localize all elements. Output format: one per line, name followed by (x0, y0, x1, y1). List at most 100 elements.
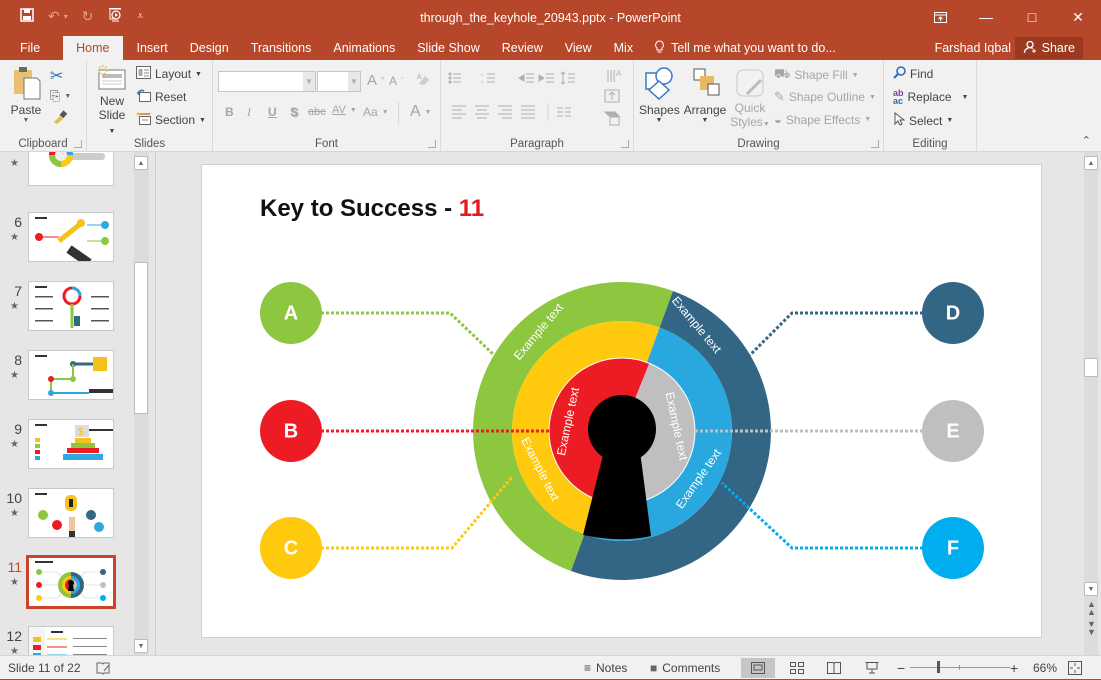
slideshow-view-button[interactable] (855, 658, 889, 678)
underline-button[interactable]: U (268, 105, 277, 119)
layout-icon (136, 66, 151, 82)
comments-button[interactable]: ■ Comments (650, 656, 720, 680)
comment-icon: ■ (650, 661, 658, 675)
paragraph-launcher-icon[interactable] (621, 140, 629, 148)
tab-mix[interactable]: Mix (603, 36, 644, 60)
slide-number: 6 (14, 214, 22, 230)
columns-icon (557, 107, 571, 117)
shape-fill-button[interactable]: ⛟ Shape Fill ▼ (774, 66, 859, 84)
shadow-button[interactable]: S (290, 105, 298, 119)
close-icon[interactable]: ✕ (1055, 0, 1101, 34)
tell-me-box[interactable]: Tell me what you want to do... (654, 36, 836, 60)
tab-review[interactable]: Review (491, 36, 554, 60)
tab-design[interactable]: Design (179, 36, 240, 60)
collapse-ribbon-icon[interactable]: ⌃ (1082, 134, 1091, 147)
zoom-slider[interactable] (910, 667, 1010, 668)
tab-insert[interactable]: Insert (126, 36, 179, 60)
quick-styles-button[interactable]: Quick Styles▼ (730, 66, 770, 129)
drawing-launcher-icon[interactable] (871, 140, 879, 148)
zoom-in-button[interactable]: + (1010, 656, 1018, 680)
svg-text:1: 1 (481, 72, 484, 77)
scroll-up-icon[interactable]: ▲ (134, 156, 148, 170)
font-size-input[interactable]: ▼ (317, 71, 361, 92)
scroll-up-icon[interactable]: ▲ (1084, 156, 1098, 170)
comments-label: Comments (662, 661, 721, 675)
slide-thumbnail-active[interactable]: 11 ★ (0, 555, 134, 617)
font-name-dropdown-icon[interactable]: ▼ (303, 72, 315, 91)
tab-home[interactable]: Home (63, 36, 123, 60)
next-slide-icon[interactable]: ▼ ▼ (1087, 620, 1096, 637)
italic-button[interactable]: I (247, 105, 251, 120)
font-color-button[interactable]: A ▼ (410, 103, 432, 121)
reset-button[interactable]: Reset (136, 89, 186, 105)
zoom-slider-handle[interactable] (937, 661, 940, 673)
slide-thumbnail[interactable]: 8 ★ (0, 350, 134, 410)
fit-slide-button[interactable] (1068, 656, 1082, 680)
shrink-font-icon: A (389, 74, 398, 88)
tab-transitions[interactable]: Transitions (240, 36, 323, 60)
font-launcher-icon[interactable] (428, 140, 436, 148)
slide-thumbnail[interactable]: 12 ★ (0, 626, 134, 655)
zoom-out-button[interactable]: − (897, 656, 905, 680)
slide[interactable]: Key to Success - 11 Example text Example … (201, 164, 1042, 638)
new-slide-button[interactable]: New Slide ▼ (95, 65, 129, 136)
node-label-b: B (284, 420, 298, 442)
slide-thumbnail[interactable]: 6 ★ (0, 212, 134, 272)
bold-button[interactable]: B (225, 105, 234, 119)
find-button[interactable]: Find (893, 66, 933, 82)
change-case-button[interactable]: Aa ▼ (363, 105, 389, 119)
shapes-button[interactable]: Shapes ▼ (639, 66, 680, 124)
thumbnail-scrollbar[interactable]: ▲ ▼ (134, 152, 149, 655)
layout-button[interactable]: Layout ▼ (136, 66, 202, 82)
grow-font-button[interactable]: A ^ (367, 72, 384, 89)
strikethrough-button[interactable]: abc (308, 106, 326, 118)
slide-thumbnail[interactable]: ★ (0, 152, 134, 204)
zoom-level[interactable]: 66% (1033, 656, 1057, 680)
format-painter-button[interactable] (52, 110, 68, 127)
slide-thumbnail[interactable]: 10 ★ (0, 488, 134, 548)
maximize-icon[interactable]: □ (1009, 0, 1055, 34)
minimize-icon[interactable]: — (963, 0, 1009, 34)
reading-view-button[interactable] (817, 658, 851, 678)
clear-formatting-button[interactable]: A (416, 72, 430, 89)
replace-button[interactable]: ab ac Replace ▼ (893, 89, 968, 106)
new-slide-icon (98, 65, 126, 90)
shape-outline-label: Shape Outline (788, 90, 865, 104)
slide-sorter-button[interactable] (780, 658, 814, 678)
slide-thumbnail[interactable]: 9 ★ $ (0, 419, 134, 479)
share-button[interactable]: Share (1014, 37, 1083, 59)
cut-button[interactable]: ✂ (50, 66, 63, 86)
previous-slide-icon[interactable]: ▲ ▲ (1087, 600, 1096, 617)
character-spacing-button[interactable]: AV ▼ (332, 104, 357, 116)
scroll-down-icon[interactable]: ▼ (134, 639, 148, 653)
tab-file[interactable]: File (0, 36, 60, 60)
user-name[interactable]: Farshad Iqbal (935, 41, 1011, 55)
slide-scrollbar[interactable]: ▲ ▼ ▲ ▲ ▼ ▼ (1084, 152, 1098, 655)
normal-view-button[interactable] (741, 658, 775, 678)
scroll-down-icon[interactable]: ▼ (1084, 582, 1098, 596)
font-name-input[interactable]: ▼ (218, 71, 316, 92)
font-size-dropdown-icon[interactable]: ▼ (348, 72, 360, 91)
select-button[interactable]: Select ▼ (893, 111, 953, 129)
clipboard-launcher-icon[interactable] (74, 140, 82, 148)
shape-outline-button[interactable]: ✎ Shape Outline ▼ (774, 89, 876, 105)
slide-scroll-thumb[interactable] (1084, 358, 1098, 377)
tab-slide-show[interactable]: Slide Show (406, 36, 491, 60)
ribbon-display-options-icon[interactable] (917, 0, 963, 34)
copy-icon: ⎘ (50, 88, 61, 103)
spell-check-icon[interactable] (96, 656, 110, 680)
arrange-icon (693, 68, 720, 96)
animation-star-icon: ★ (10, 301, 19, 312)
copy-button[interactable]: ⎘ ▼ (50, 88, 71, 104)
paste-dropdown-icon[interactable]: ▼ (8, 117, 44, 124)
shape-effects-button[interactable]: ◒ Shape Effects ▼ (774, 112, 871, 127)
paste-button[interactable]: Paste ▼ (8, 66, 44, 124)
arrange-button[interactable]: Arrange ▼ (682, 66, 728, 124)
tab-view[interactable]: View (554, 36, 603, 60)
notes-button[interactable]: ≡ Notes (584, 656, 627, 680)
thumbnail-scroll-thumb[interactable] (134, 262, 148, 414)
tab-animations[interactable]: Animations (322, 36, 406, 60)
section-button[interactable]: Section ▼ (136, 112, 206, 128)
shrink-font-button[interactable]: Aˇ (389, 74, 403, 88)
slide-thumbnail[interactable]: 7 ★ (0, 281, 134, 341)
